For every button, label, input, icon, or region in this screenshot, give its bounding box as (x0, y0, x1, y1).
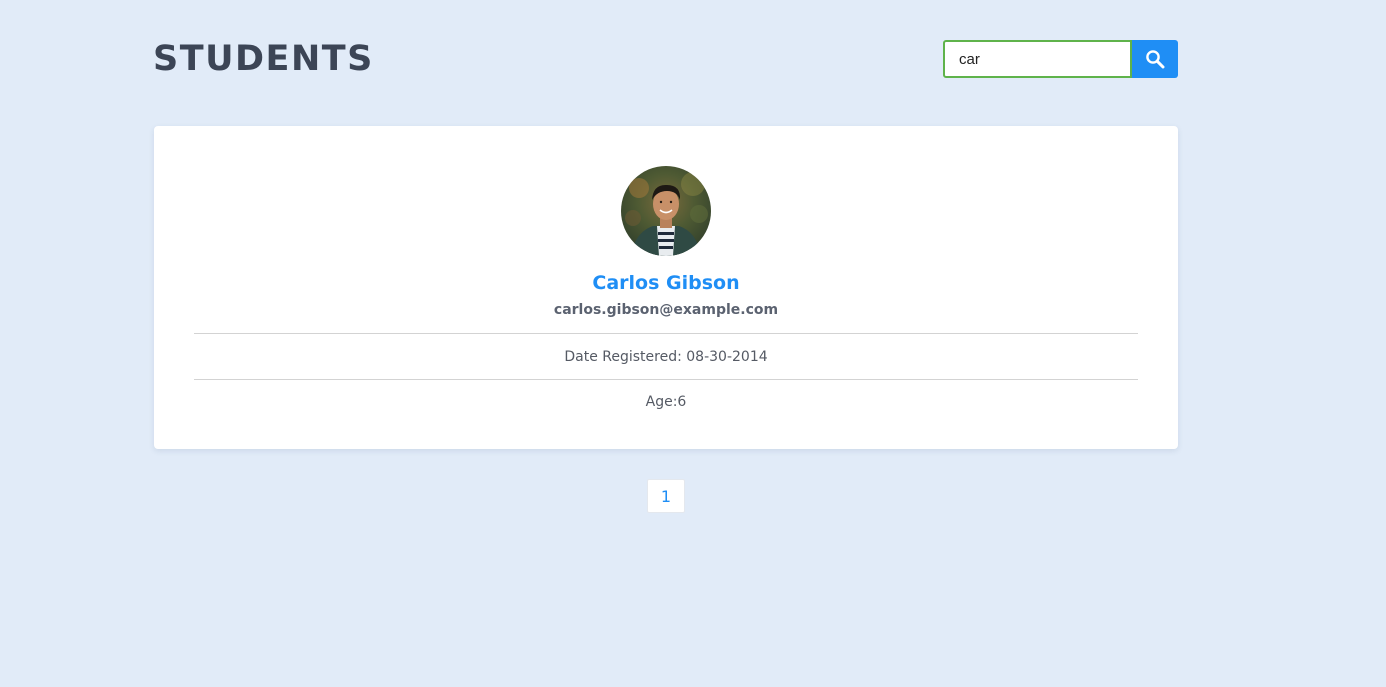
page-title: STUDENTS (153, 39, 374, 79)
divider (194, 379, 1138, 380)
search-form (943, 40, 1178, 78)
page: STUDENTS car Carlos Gibson carlos.gibson… (0, 0, 1386, 687)
student-email: carlos.gibson@example.com (553, 302, 779, 318)
search-button[interactable] (1132, 40, 1178, 78)
page-link-1[interactable]: 1 (647, 479, 685, 513)
search-icon (1146, 50, 1165, 69)
student-card: Carlos Gibson carlos.gibson@example.com … (154, 126, 1178, 449)
date-registered: Date Registered: 08-30-2014 (564, 349, 768, 365)
avatar-photo (621, 166, 711, 256)
divider (194, 333, 1138, 334)
student-name[interactable]: Carlos Gibson (154, 270, 1178, 296)
pagination: 1 (647, 479, 685, 513)
avatar (621, 166, 711, 256)
search-input[interactable] (943, 40, 1132, 78)
student-age: Age:6 (645, 394, 687, 410)
